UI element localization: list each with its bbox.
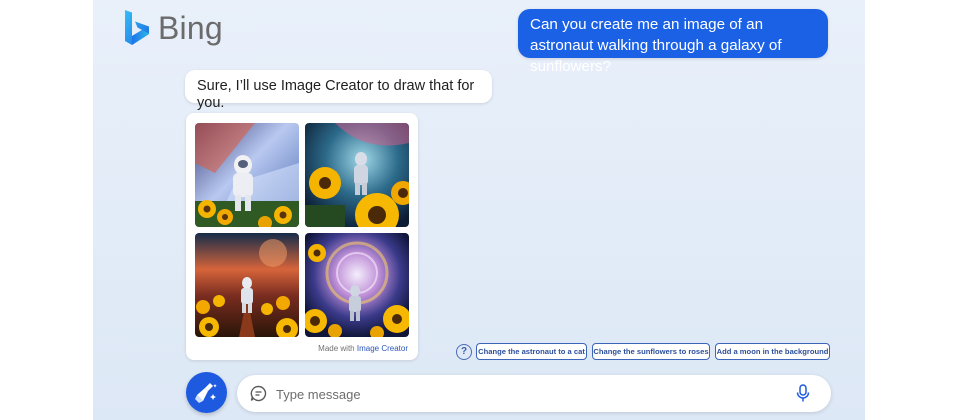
made-with-footer: Made with Image Creator	[318, 344, 408, 353]
generated-image-4[interactable]	[305, 233, 409, 337]
made-with-label: Made with	[318, 344, 355, 353]
suggestion-chip-1[interactable]: Change the astronaut to a cat	[476, 343, 587, 360]
question-icon[interactable]: ?	[456, 344, 472, 360]
message-input[interactable]	[274, 383, 778, 405]
bing-logo-icon	[125, 10, 149, 45]
bing-logo-text: Bing	[158, 9, 223, 46]
bing-logo: Bing	[122, 8, 223, 48]
generated-image-3[interactable]	[195, 233, 299, 337]
message-composer	[237, 375, 831, 412]
suggestion-chip-2[interactable]: Change the sunflowers to roses	[592, 343, 710, 360]
image-creator-link[interactable]: Image Creator	[357, 344, 408, 353]
microphone-icon[interactable]	[796, 384, 810, 403]
user-message-bubble: Can you create me an image of an astrona…	[518, 9, 828, 75]
generated-image-1[interactable]	[195, 123, 299, 227]
generated-images-card: Made with Image Creator	[186, 113, 418, 360]
chat-bubble-icon	[250, 385, 267, 402]
bot-message-bubble: Sure, I’ll use Image Creator to draw tha…	[185, 70, 492, 111]
broom-icon	[195, 383, 217, 403]
suggestion-chip-3[interactable]: Add a moon in the background	[715, 343, 830, 360]
new-topic-button[interactable]	[186, 372, 227, 413]
generated-image-2[interactable]	[305, 123, 409, 227]
